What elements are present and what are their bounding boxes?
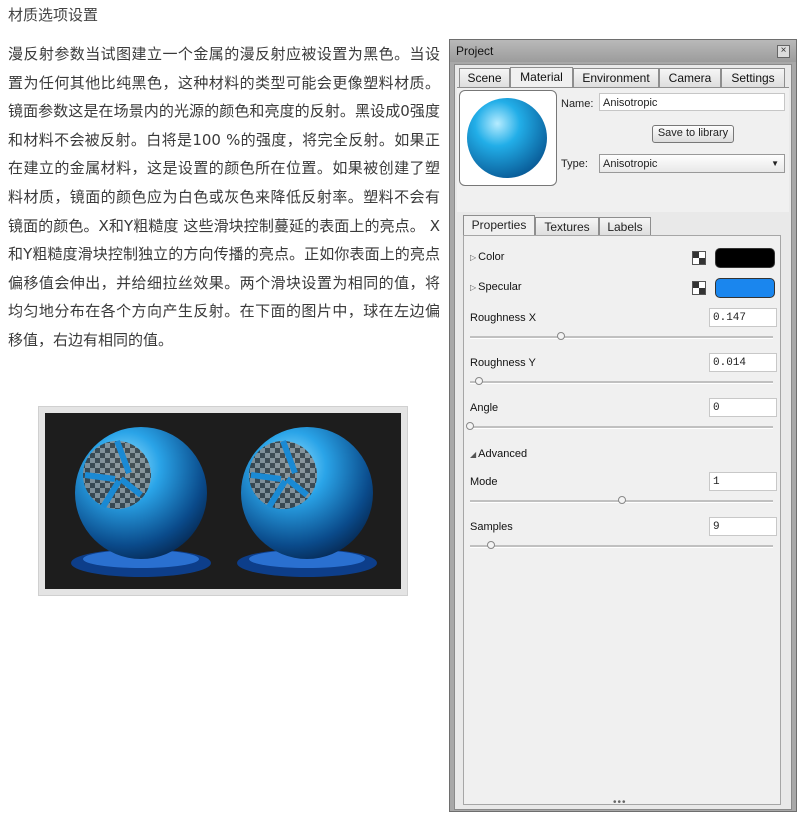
param-label-mode: Mode (470, 476, 498, 488)
checker-texture-icon[interactable] (692, 251, 706, 265)
render-sphere-right (237, 427, 377, 577)
roughness-y-input[interactable]: 0.014 (709, 353, 777, 372)
advanced-expander[interactable]: ◢ Advanced (470, 448, 527, 460)
specular-swatch[interactable] (715, 278, 775, 298)
subtab-textures[interactable]: Textures (535, 217, 599, 235)
subtab-labels[interactable]: Labels (599, 217, 651, 235)
specular-label: Specular (478, 281, 522, 293)
panel-body: Scene Material Environment Camera Settin… (454, 64, 792, 810)
type-select-value: Anisotropic (603, 158, 658, 170)
render-image-frame (38, 406, 408, 596)
samples-input[interactable]: 9 (709, 517, 777, 536)
param-label-samples: Samples (470, 521, 513, 533)
properties-pane: ▷ Color ▷ Specular Roughness X 0.147 Rough… (463, 235, 781, 805)
samples-slider[interactable] (470, 541, 773, 549)
material-header: Name: Anisotropic Save to library Type: … (457, 87, 789, 212)
color-label: Color (478, 251, 505, 263)
save-to-library-button[interactable]: Save to library (652, 125, 734, 143)
mode-slider[interactable] (470, 496, 773, 504)
tab-scene[interactable]: Scene (459, 68, 510, 87)
material-preview-sphere (467, 98, 547, 178)
angle-input[interactable]: 0 (709, 398, 777, 417)
mode-input[interactable]: 1 (709, 472, 777, 491)
type-label: Type: (561, 158, 588, 170)
param-label-angle: Angle (470, 402, 499, 414)
specular-expander[interactable]: ▷ Specular (470, 281, 522, 293)
tab-settings[interactable]: Settings (721, 68, 785, 87)
tab-camera[interactable]: Camera (659, 68, 721, 87)
slider-thumb[interactable] (487, 541, 496, 549)
resize-grip-icon[interactable]: ••• (613, 797, 627, 808)
tab-material[interactable]: Material (510, 67, 573, 88)
article-paragraph: 漫反射参数当试图建立一个金属的漫反射应被设置为黑色。当设置为任何其他比纯黑色，这… (8, 45, 440, 349)
close-icon[interactable]: × (777, 45, 790, 58)
panel-title: Project (456, 44, 494, 58)
material-name-field[interactable]: Anisotropic (599, 93, 785, 111)
angle-slider[interactable] (466, 422, 773, 430)
triangle-right-icon: ▷ (470, 253, 477, 262)
color-swatch[interactable] (715, 248, 775, 268)
material-render-image (45, 413, 401, 589)
chevron-down-icon: ▼ (771, 159, 779, 168)
slider-thumb[interactable] (556, 332, 565, 340)
roughness-x-slider[interactable] (470, 332, 773, 340)
slider-thumb[interactable] (617, 496, 626, 504)
material-preview[interactable] (459, 90, 557, 186)
slider-thumb[interactable] (466, 422, 474, 430)
panel-titlebar[interactable]: Project × (450, 40, 796, 62)
name-label: Name: (561, 98, 594, 110)
triangle-right-icon: ▷ (470, 283, 477, 292)
advanced-label: Advanced (478, 448, 528, 460)
tab-environment[interactable]: Environment (573, 68, 659, 87)
color-expander[interactable]: ▷ Color (470, 251, 504, 263)
material-type-select[interactable]: Anisotropic ▼ (599, 154, 785, 173)
roughness-x-input[interactable]: 0.147 (709, 308, 777, 327)
param-label-roughness-y: Roughness Y (470, 357, 536, 369)
slider-thumb[interactable] (475, 377, 484, 385)
triangle-down-icon: ◢ (470, 450, 477, 459)
checker-texture-icon[interactable] (692, 281, 706, 295)
subtab-properties[interactable]: Properties (463, 215, 535, 235)
render-sphere-left (71, 427, 211, 577)
param-label-roughness-x: Roughness X (470, 312, 537, 324)
article-heading: 材质选项设置 (8, 6, 99, 24)
project-panel: Project × Scene Material Environment Cam… (449, 39, 797, 812)
roughness-y-slider[interactable] (470, 377, 773, 385)
